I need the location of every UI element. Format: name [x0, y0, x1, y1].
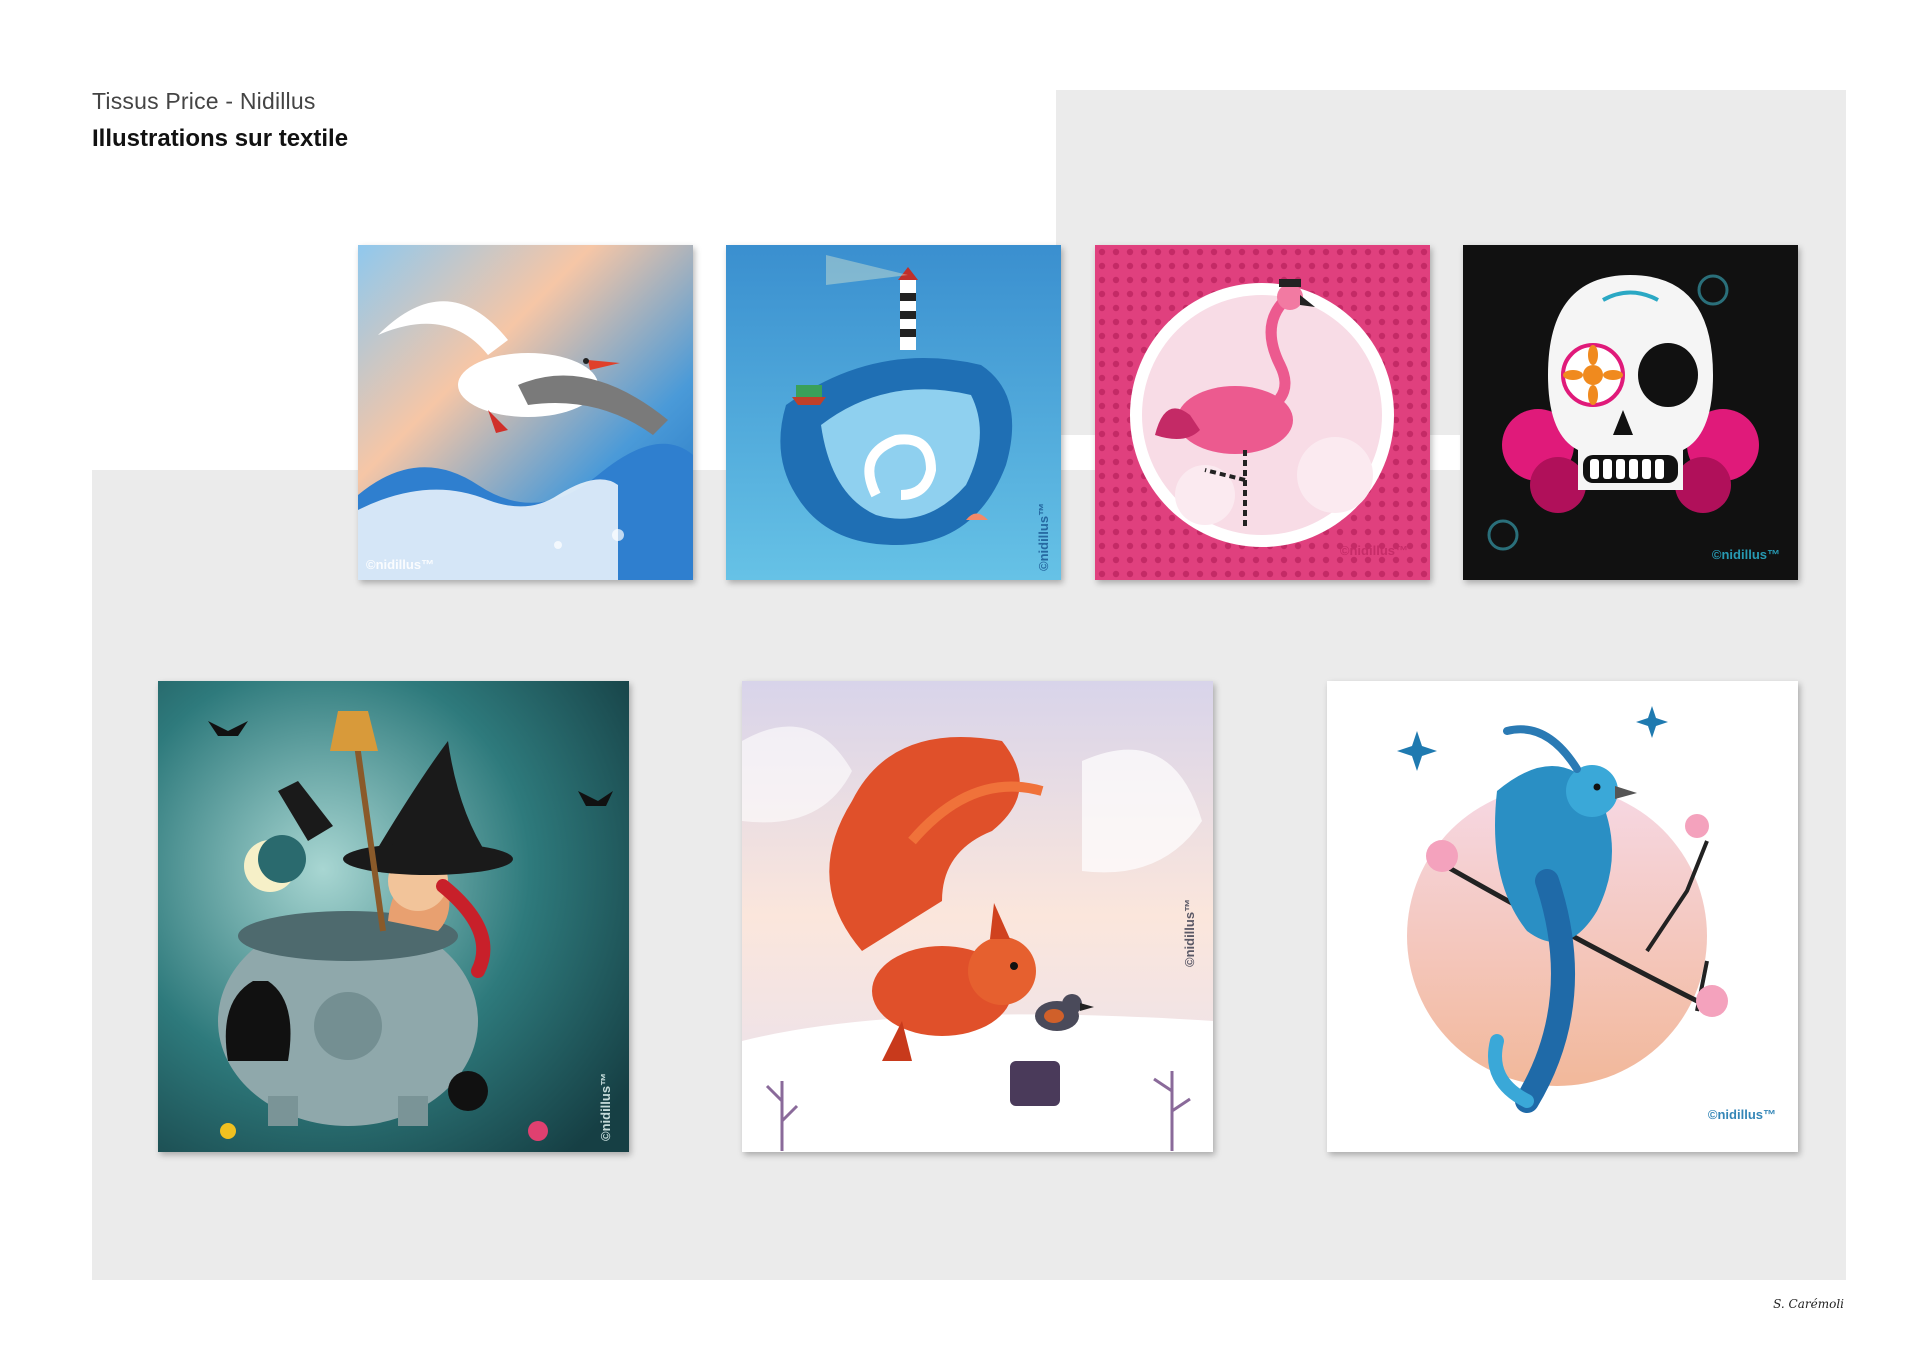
watermark: ©nidillus™ [1707, 1107, 1776, 1122]
squirrel-artwork [742, 681, 1213, 1152]
sugar-skull-artwork [1463, 245, 1798, 580]
illustration-flamingo[interactable]: ©nidillus™ [1095, 245, 1430, 580]
watermark: ©nidillus™ [1339, 543, 1408, 558]
illustration-sugar-skull[interactable]: ©nidillus™ [1463, 245, 1798, 580]
illustration-squirrel[interactable]: ©nidillus™ [742, 681, 1213, 1152]
watermark: ©nidillus™ [1711, 547, 1780, 562]
watermark: ©nidillus™ [1182, 898, 1197, 967]
blue-bird-artwork [1327, 681, 1798, 1152]
signature: S. Carémoli [1773, 1297, 1844, 1311]
seagull-artwork [358, 245, 693, 580]
page-header: Tissus Price - Nidillus Illustrations su… [92, 88, 348, 153]
illustration-seagull[interactable]: ©nidillus™ [358, 245, 693, 580]
illustration-witch[interactable]: ©nidillus™ [158, 681, 629, 1152]
watermark: ©nidillus™ [1036, 502, 1051, 571]
page-subtitle: Tissus Price - Nidillus [92, 88, 316, 114]
watermark: ©nidillus™ [598, 1072, 613, 1141]
illustration-lighthouse[interactable]: ©nidillus™ [726, 245, 1061, 580]
page-title: Illustrations sur textile [92, 125, 349, 152]
watermark: ©nidillus™ [366, 557, 435, 572]
flamingo-artwork [1095, 245, 1430, 580]
witch-artwork [158, 681, 629, 1152]
lighthouse-artwork [726, 245, 1061, 580]
illustration-blue-bird[interactable]: ©nidillus™ [1327, 681, 1798, 1152]
